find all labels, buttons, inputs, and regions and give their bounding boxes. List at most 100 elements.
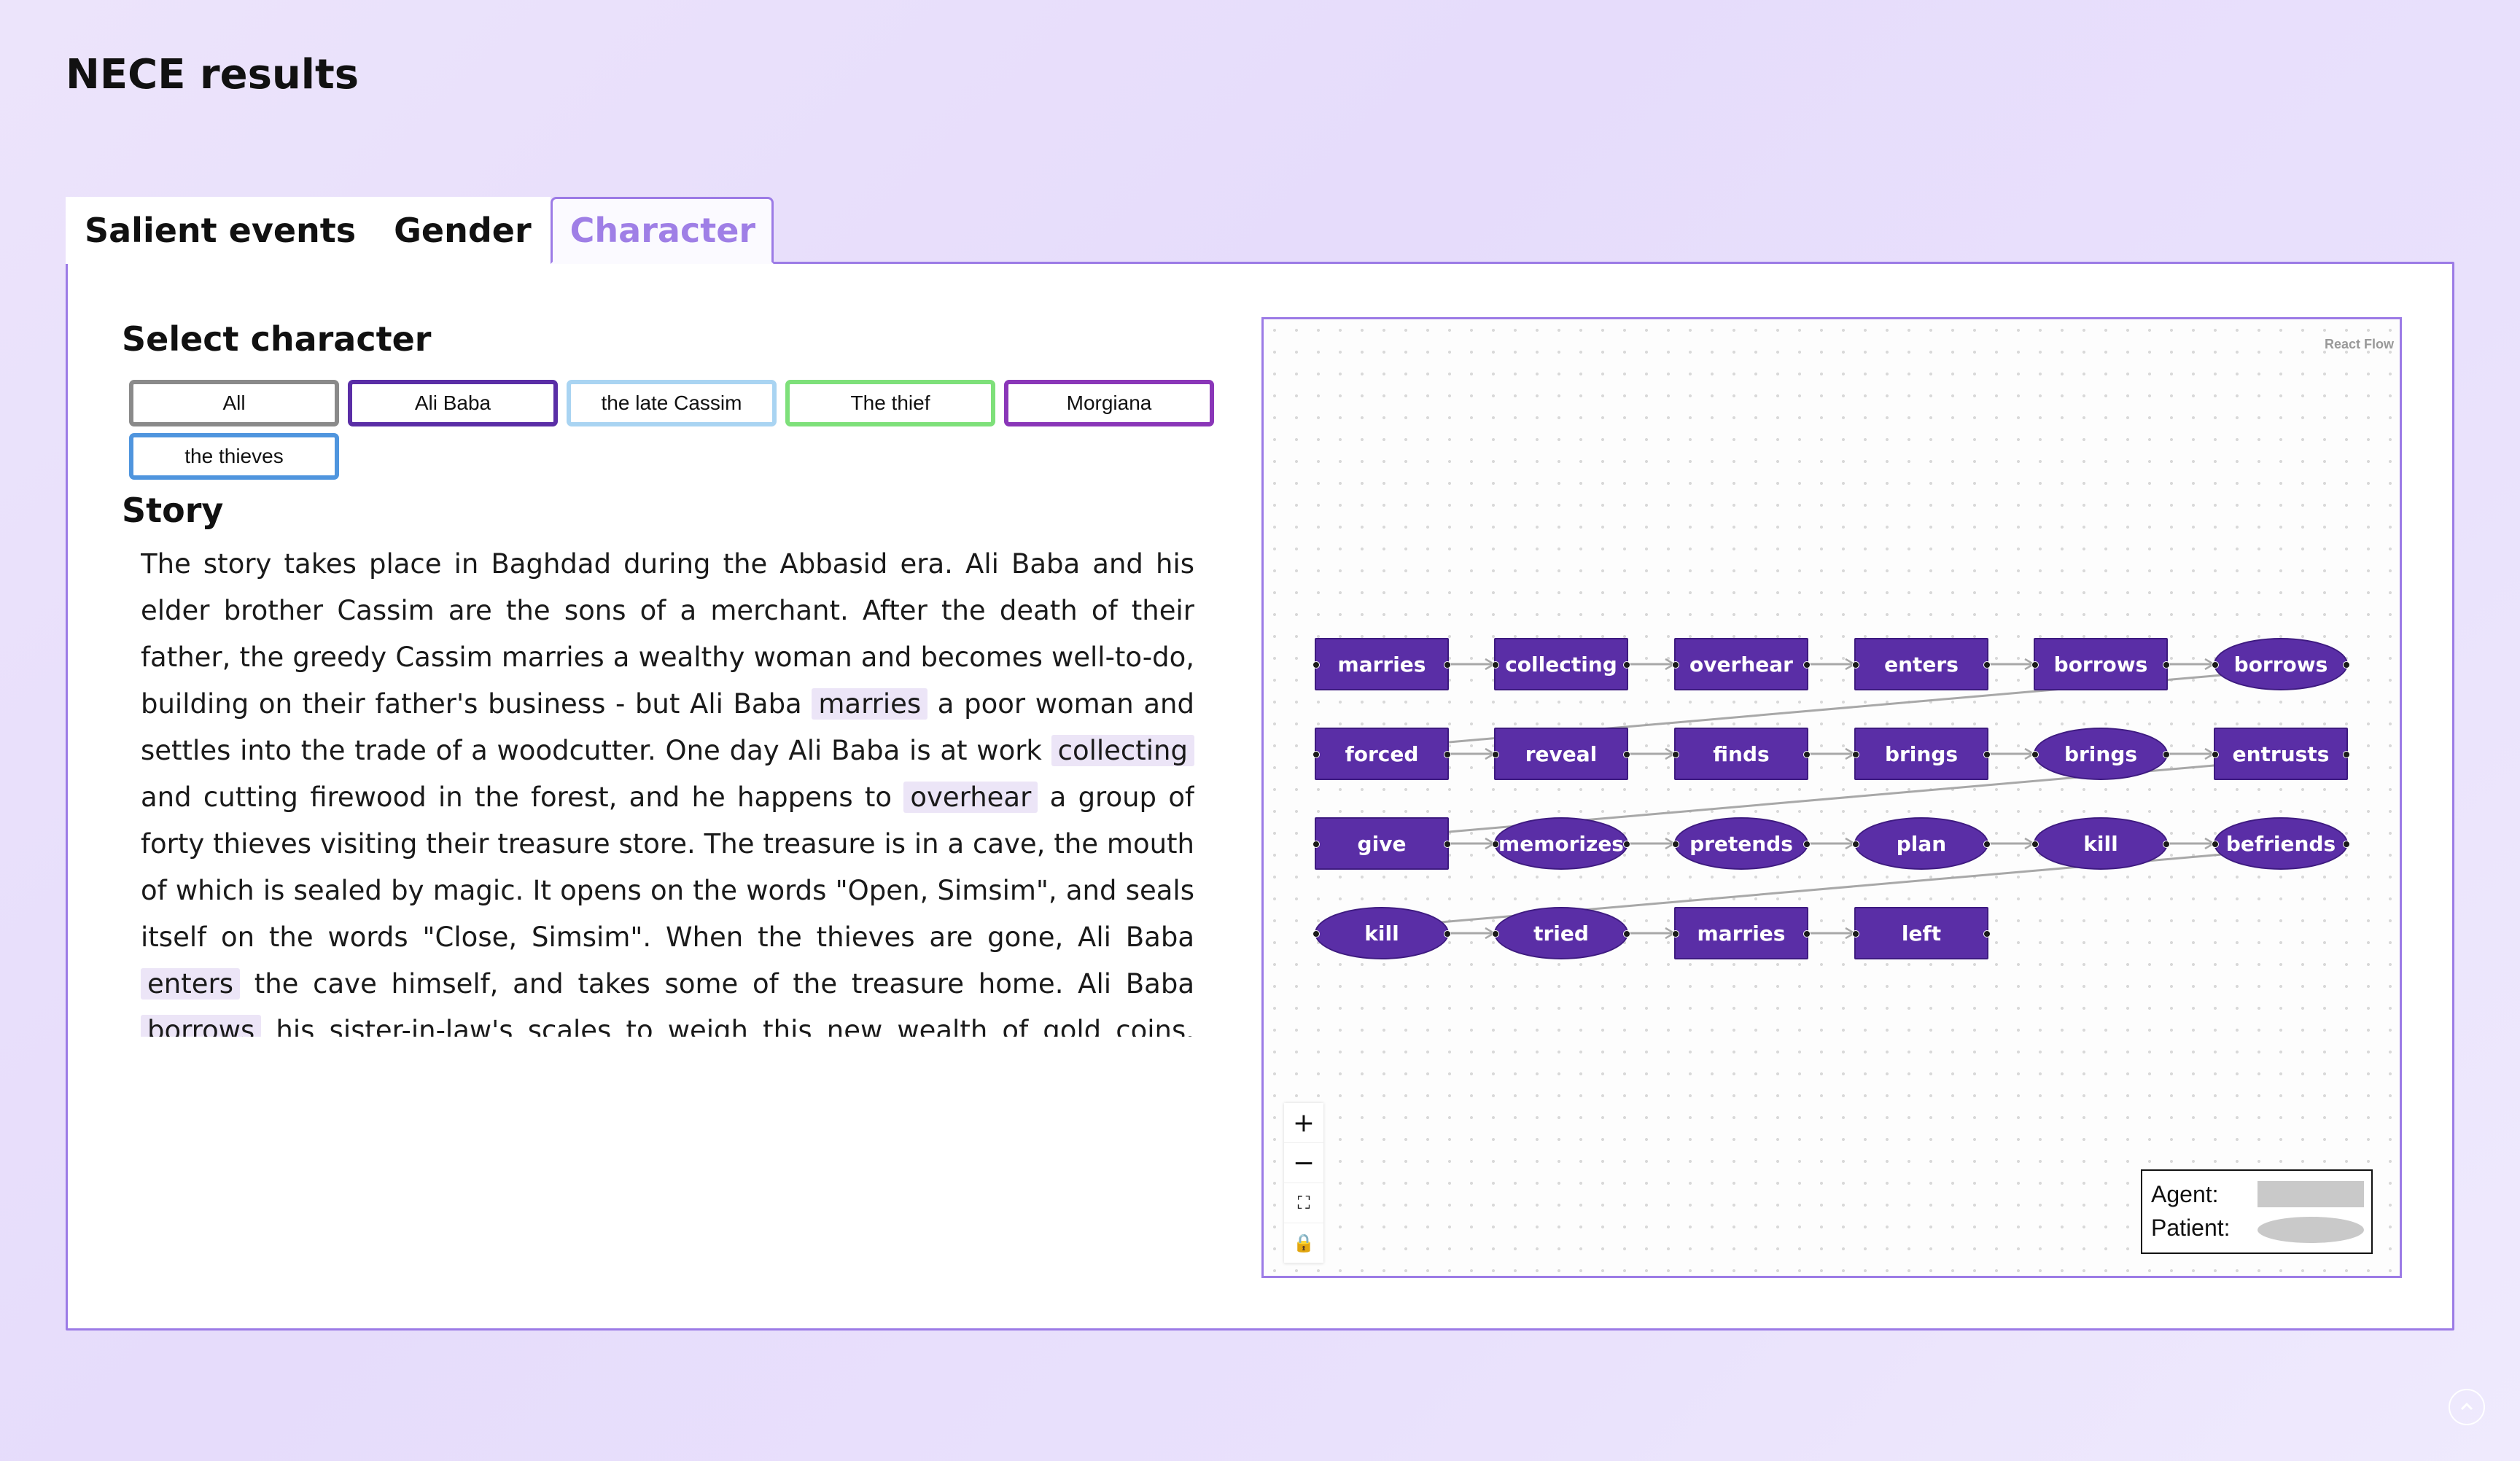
event-node-kill[interactable]: kill bbox=[2031, 817, 2170, 870]
event-node-memorizes[interactable]: memorizes bbox=[1492, 817, 1630, 870]
event-node-collecting[interactable]: collecting bbox=[1492, 638, 1630, 690]
character-button-all[interactable]: All bbox=[129, 380, 339, 426]
node-handle[interactable] bbox=[1623, 841, 1630, 848]
node-handle[interactable] bbox=[1312, 841, 1320, 848]
node-handle[interactable] bbox=[1492, 930, 1499, 938]
event-node-label: entrusts bbox=[2232, 741, 2330, 766]
chevron-up-icon[interactable] bbox=[2449, 1389, 2485, 1425]
event-graph[interactable]: React Flow marries collecting overhear ente… bbox=[1261, 317, 2402, 1278]
node-handle[interactable] bbox=[2343, 661, 2350, 669]
legend-agent-swatch bbox=[2258, 1181, 2364, 1207]
graph-edges bbox=[1314, 658, 2349, 940]
event-node-borrows[interactable]: borrows bbox=[2212, 638, 2350, 690]
node-handle[interactable] bbox=[2212, 841, 2219, 848]
node-handle[interactable] bbox=[2343, 751, 2350, 758]
node-handle[interactable] bbox=[1852, 661, 1859, 669]
node-handle[interactable] bbox=[1803, 841, 1811, 848]
event-node-enters[interactable]: enters bbox=[1852, 638, 1991, 690]
node-handle[interactable] bbox=[1623, 930, 1630, 938]
node-handle[interactable] bbox=[2163, 661, 2170, 669]
node-handle[interactable] bbox=[1312, 661, 1320, 669]
event-node-brings[interactable]: brings bbox=[1852, 728, 1991, 780]
event-node-entrusts[interactable]: entrusts bbox=[2212, 728, 2350, 780]
node-handle[interactable] bbox=[1983, 930, 1991, 938]
tab-salient-events[interactable]: Salient events bbox=[66, 197, 376, 264]
character-button-ali-baba[interactable]: Ali Baba bbox=[348, 380, 558, 426]
node-handle[interactable] bbox=[2212, 751, 2219, 758]
event-node-give[interactable]: give bbox=[1312, 817, 1451, 870]
event-node-left[interactable]: left bbox=[1852, 907, 1991, 959]
highlighted-event[interactable]: enters bbox=[141, 968, 240, 1000]
event-node-marries[interactable]: marries bbox=[1312, 638, 1451, 690]
event-node-label: pretends bbox=[1689, 831, 1793, 856]
event-node-finds[interactable]: finds bbox=[1672, 728, 1811, 780]
node-handle[interactable] bbox=[1444, 930, 1451, 938]
fit-view-button[interactable]: ⛶ bbox=[1284, 1183, 1323, 1223]
node-handle[interactable] bbox=[1672, 841, 1679, 848]
event-node-overhear[interactable]: overhear bbox=[1672, 638, 1811, 690]
node-handle[interactable] bbox=[1803, 751, 1811, 758]
node-handle[interactable] bbox=[2031, 751, 2039, 758]
node-handle[interactable] bbox=[2343, 841, 2350, 848]
node-handle[interactable] bbox=[2031, 661, 2039, 669]
node-handle[interactable] bbox=[1983, 841, 1991, 848]
zoom-out-button[interactable]: − bbox=[1284, 1143, 1323, 1183]
node-handle[interactable] bbox=[1312, 930, 1320, 938]
node-handle[interactable] bbox=[1672, 751, 1679, 758]
node-handle[interactable] bbox=[1623, 661, 1630, 669]
event-node-brings[interactable]: brings bbox=[2031, 728, 2170, 780]
node-handle[interactable] bbox=[1623, 751, 1630, 758]
event-node-label: marries bbox=[1337, 652, 1426, 677]
highlighted-event[interactable]: collecting bbox=[1051, 735, 1194, 766]
react-flow-attribution[interactable]: React Flow bbox=[2325, 337, 2394, 352]
tab-bar: Salient events Gender Character bbox=[66, 197, 774, 264]
event-node-tried[interactable]: tried bbox=[1492, 907, 1630, 959]
select-character-heading: Select character bbox=[122, 319, 432, 359]
character-button-morgiana[interactable]: Morgiana bbox=[1004, 380, 1214, 426]
event-node-reveal[interactable]: reveal bbox=[1492, 728, 1630, 780]
event-node-forced[interactable]: forced bbox=[1312, 728, 1451, 780]
legend-patient-swatch bbox=[2258, 1217, 2364, 1243]
event-node-marries[interactable]: marries bbox=[1672, 907, 1811, 959]
node-handle[interactable] bbox=[1492, 751, 1499, 758]
event-node-borrows[interactable]: borrows bbox=[2031, 638, 2170, 690]
highlighted-event[interactable]: overhear bbox=[903, 782, 1038, 813]
tab-character[interactable]: Character bbox=[550, 197, 774, 264]
node-handle[interactable] bbox=[1803, 930, 1811, 938]
node-handle[interactable] bbox=[1312, 751, 1320, 758]
node-handle[interactable] bbox=[1444, 661, 1451, 669]
node-handle[interactable] bbox=[2031, 841, 2039, 848]
node-handle[interactable] bbox=[1672, 930, 1679, 938]
node-handle[interactable] bbox=[1444, 751, 1451, 758]
character-button-the-late-cassim[interactable]: the late Cassim bbox=[567, 380, 777, 426]
node-handle[interactable] bbox=[1983, 751, 1991, 758]
event-node-kill[interactable]: kill bbox=[1312, 907, 1451, 959]
event-node-pretends[interactable]: pretends bbox=[1672, 817, 1811, 870]
graph-edge bbox=[1314, 663, 2349, 755]
node-handle[interactable] bbox=[1852, 751, 1859, 758]
node-handle[interactable] bbox=[2163, 751, 2170, 758]
node-handle[interactable] bbox=[1852, 841, 1859, 848]
node-handle[interactable] bbox=[1983, 661, 1991, 669]
event-node-label: memorizes bbox=[1498, 831, 1624, 856]
character-button-the-thieves[interactable]: the thieves bbox=[129, 433, 339, 480]
event-node-befriends[interactable]: befriends bbox=[2212, 817, 2350, 870]
zoom-in-button[interactable]: + bbox=[1284, 1103, 1323, 1143]
character-button-the-thief[interactable]: The thief bbox=[785, 380, 995, 426]
node-handle[interactable] bbox=[1672, 661, 1679, 669]
tab-gender[interactable]: Gender bbox=[375, 197, 551, 264]
node-handle[interactable] bbox=[1803, 661, 1811, 669]
event-node-plan[interactable]: plan bbox=[1852, 817, 1991, 870]
highlighted-event[interactable]: marries bbox=[812, 688, 928, 720]
node-handle[interactable] bbox=[2212, 661, 2219, 669]
node-handle[interactable] bbox=[1444, 841, 1451, 848]
event-node-label: kill bbox=[2083, 831, 2118, 856]
lock-button[interactable]: 🔒 bbox=[1284, 1223, 1323, 1263]
node-handle[interactable] bbox=[1492, 841, 1499, 848]
graph-controls: + − ⛶ 🔒 bbox=[1284, 1103, 1323, 1263]
story-segment: his sister-in-law's scales to weigh this… bbox=[276, 1015, 1194, 1037]
node-handle[interactable] bbox=[1492, 661, 1499, 669]
node-handle[interactable] bbox=[2163, 841, 2170, 848]
highlighted-event[interactable]: borrows bbox=[141, 1015, 262, 1037]
node-handle[interactable] bbox=[1852, 930, 1859, 938]
